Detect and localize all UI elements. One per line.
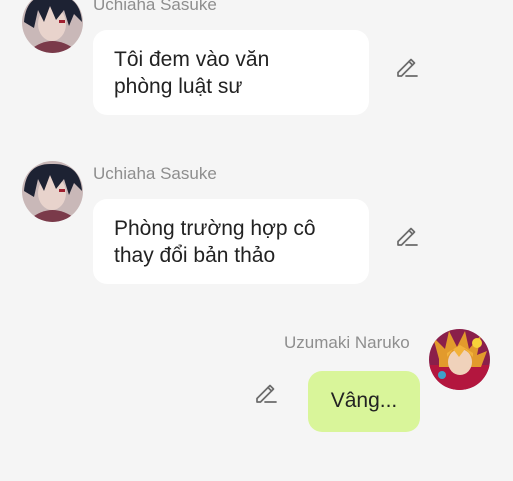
edit-pencil-icon[interactable] xyxy=(254,381,278,405)
edit-pencil-icon[interactable] xyxy=(395,55,419,79)
message-bubble[interactable]: Tôi đem vào văn phòng luật sư xyxy=(93,30,369,115)
message-bubble[interactable]: Vâng... xyxy=(308,371,420,432)
sender-avatar[interactable] xyxy=(429,329,490,390)
message-text: phòng luật sư xyxy=(114,75,243,98)
message-text: Tôi đem vào văn xyxy=(114,48,270,71)
sender-name: Uchiaha Sasuke xyxy=(93,164,217,183)
sender-avatar[interactable] xyxy=(22,0,83,53)
message-text: Phòng trường hợp cô xyxy=(114,217,316,240)
sender-name: Uzumaki Naruko xyxy=(284,333,410,352)
edit-pencil-icon[interactable] xyxy=(395,224,419,248)
message-text: Vâng... xyxy=(330,389,398,412)
sender-name: Uchiaha Sasuke xyxy=(93,0,217,14)
message-bubble[interactable]: Phòng trường hợp cô thay đổi bản thảo xyxy=(93,199,369,284)
sender-avatar[interactable] xyxy=(22,161,83,222)
message-text: thay đổi bản thảo xyxy=(114,244,276,267)
